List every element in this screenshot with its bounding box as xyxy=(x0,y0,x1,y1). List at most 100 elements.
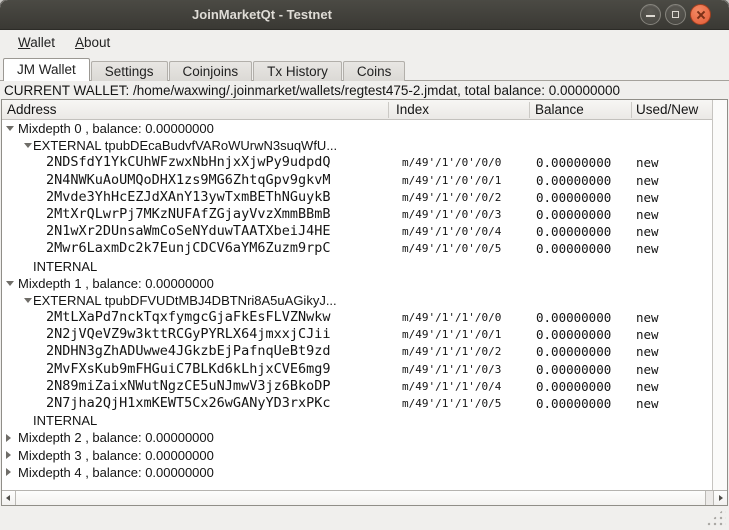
tree-item-label: Mixdepth 3 , balance: 0.00000000 xyxy=(18,447,214,464)
titlebar[interactable]: JoinMarketQt - Testnet xyxy=(0,0,729,30)
header-separator xyxy=(631,102,632,118)
address-cell: 2N2jVQeVZ9w3kttRCGyPYRLX64jmxxjCJii xyxy=(46,326,330,343)
column-header-balance[interactable]: Balance xyxy=(535,100,584,120)
used-new-cell: new xyxy=(636,378,659,395)
used-new-cell: new xyxy=(636,309,659,326)
tab-tx-history[interactable]: Tx History xyxy=(253,61,342,81)
tree-row-branch[interactable]: EXTERNAL tpubDFVUDtMBJ4DBTNri8A5uAGikyJ.… xyxy=(2,292,712,309)
tree-row-address[interactable]: 2MtXrQLwrPj7MKzNUFAfZGjayVvzXmmBBmB m/49'… xyxy=(2,206,712,223)
index-cell: m/49'/1'/0'/0/5 xyxy=(402,240,501,257)
tree-item-label: Mixdepth 2 , balance: 0.00000000 xyxy=(18,429,214,446)
index-cell: m/49'/1'/0'/0/0 xyxy=(402,154,501,171)
tree-item-label: EXTERNAL tpubDFVUDtMBJ4DBTNri8A5uAGikyJ.… xyxy=(33,292,337,309)
balance-cell: 0.00000000 xyxy=(536,326,611,343)
tab-coins[interactable]: Coins xyxy=(343,61,406,81)
horizontal-scrollbar-thumb[interactable] xyxy=(16,491,706,505)
address-cell: 2N4NWKuAoUMQoDHX1zs9MG6ZhtqGpv9gkvM xyxy=(46,172,330,189)
column-header-index[interactable]: Index xyxy=(396,100,429,120)
tab-settings[interactable]: Settings xyxy=(91,61,168,81)
minimize-button[interactable] xyxy=(640,4,661,25)
scroll-right-arrow-icon xyxy=(719,495,723,501)
used-new-cell: new xyxy=(636,326,659,343)
used-new-cell: new xyxy=(636,189,659,206)
menubar: Wallet About xyxy=(0,31,729,55)
address-cell: 2N7jha2QjH1xmKEWT5Cx26wGANyYD3rxPKc xyxy=(46,395,330,412)
tree-row-address[interactable]: 2NDSfdY1YkCUhWFzwxNbHnjxXjwPy9udpdQ m/49'… xyxy=(2,154,712,171)
tree-row-address[interactable]: 2NDHN3gZhADUwwe4JGkzbEjPafnqUeBt9zd m/49'… xyxy=(2,343,712,360)
index-cell: m/49'/1'/0'/0/3 xyxy=(402,206,501,223)
column-header-address[interactable]: Address xyxy=(7,100,57,120)
tree-row-branch[interactable]: EXTERNAL tpubDEcaBudvfVARoWUrwN3suqWfU..… xyxy=(2,137,712,154)
balance-cell: 0.00000000 xyxy=(536,223,611,240)
tree-row-branch[interactable]: INTERNAL xyxy=(2,412,712,429)
scroll-left-button[interactable] xyxy=(2,491,16,505)
tree-item-label: Mixdepth 0 , balance: 0.00000000 xyxy=(18,120,214,137)
vertical-scrollbar[interactable] xyxy=(712,100,727,490)
used-new-cell: new xyxy=(636,361,659,378)
tree-row-address[interactable]: 2N7jha2QjH1xmKEWT5Cx26wGANyYD3rxPKc m/49'… xyxy=(2,395,712,412)
index-cell: m/49'/1'/1'/0/2 xyxy=(402,343,501,360)
address-cell: 2Mwr6LaxmDc2k7EunjCDCV6aYM6Zuzm9rpC xyxy=(46,240,330,257)
maximize-icon xyxy=(672,11,679,18)
resize-grip[interactable] xyxy=(704,507,726,527)
balance-cell: 0.00000000 xyxy=(536,395,611,412)
used-new-cell: new xyxy=(636,240,659,257)
tree-row-address[interactable]: 2N89miZaixNWutNgzCE5uNJmwV3jz6BkoDPm/49'… xyxy=(2,378,712,395)
tab-coinjoins[interactable]: Coinjoins xyxy=(169,61,253,81)
expand-arrow-icon[interactable] xyxy=(6,451,11,459)
wallet-tree: Address Index Balance Used/New Mixdepth … xyxy=(1,99,728,506)
tree-row-address[interactable]: 2N2jVQeVZ9w3kttRCGyPYRLX64jmxxjCJii m/49'… xyxy=(2,326,712,343)
address-cell: 2NDSfdY1YkCUhWFzwxNbHnjxXjwPy9udpdQ xyxy=(46,154,330,171)
tree-row-address[interactable]: 2N1wXr2DUnsaWmCoSeNYduwTAATXbeiJ4HEm/49'… xyxy=(2,223,712,240)
tree-row-branch[interactable]: INTERNAL xyxy=(2,258,712,275)
close-icon xyxy=(691,5,710,24)
collapse-arrow-icon[interactable] xyxy=(24,143,32,148)
balance-cell: 0.00000000 xyxy=(536,378,611,395)
tree-row-mixdepth[interactable]: Mixdepth 0 , balance: 0.00000000 xyxy=(2,120,712,137)
tab-jm-wallet[interactable]: JM Wallet xyxy=(3,58,90,81)
tab-bar: JM Wallet Settings Coinjoins Tx History … xyxy=(0,58,729,81)
index-cell: m/49'/1'/1'/0/5 xyxy=(402,395,501,412)
address-cell: 2MtLXaPd7nckTqxfymgcGjaFkEsFLVZNwkw xyxy=(46,309,330,326)
app-window: JoinMarketQt - Testnet Wallet About JM W… xyxy=(0,0,729,530)
tree-row-mixdepth[interactable]: Mixdepth 1 , balance: 0.00000000 xyxy=(2,275,712,292)
column-header-used-new[interactable]: Used/New xyxy=(636,100,698,120)
used-new-cell: new xyxy=(636,343,659,360)
address-cell: 2N1wXr2DUnsaWmCoSeNYduwTAATXbeiJ4HE xyxy=(46,223,330,240)
menu-about-label: bout xyxy=(84,35,110,50)
index-cell: m/49'/1'/1'/0/1 xyxy=(402,326,501,343)
collapse-arrow-icon[interactable] xyxy=(6,126,14,131)
expand-arrow-icon[interactable] xyxy=(6,468,11,476)
tree-row-address[interactable]: 2Mwr6LaxmDc2k7EunjCDCV6aYM6Zuzm9rpC m/49'… xyxy=(2,240,712,257)
menu-wallet[interactable]: Wallet xyxy=(8,31,65,55)
collapse-arrow-icon[interactable] xyxy=(24,298,32,303)
address-cell: 2Mvde3YhHcEZJdXAnY13ywTxmBEThNGuykB xyxy=(46,189,330,206)
balance-cell: 0.00000000 xyxy=(536,189,611,206)
header-separator xyxy=(388,102,389,118)
tree-row-mixdepth[interactable]: Mixdepth 3 , balance: 0.00000000 xyxy=(2,447,712,464)
tree-item-label: INTERNAL xyxy=(33,412,97,429)
balance-cell: 0.00000000 xyxy=(536,309,611,326)
address-cell: 2MtXrQLwrPj7MKzNUFAfZGjayVvzXmmBBmB xyxy=(46,206,330,223)
tree-row-address[interactable]: 2MvFXsKub9mFHGuiC7BLKd6kLhjxCVE6mg9m/49'… xyxy=(2,361,712,378)
used-new-cell: new xyxy=(636,395,659,412)
address-cell: 2NDHN3gZhADUwwe4JGkzbEjPafnqUeBt9zd xyxy=(46,343,330,360)
menu-wallet-label: allet xyxy=(30,35,55,50)
index-cell: m/49'/1'/0'/0/2 xyxy=(402,189,501,206)
tree-row-address[interactable]: 2Mvde3YhHcEZJdXAnY13ywTxmBEThNGuykB m/49'… xyxy=(2,189,712,206)
tree-row-address[interactable]: 2MtLXaPd7nckTqxfymgcGjaFkEsFLVZNwkwm/49'… xyxy=(2,309,712,326)
tree-row-address[interactable]: 2N4NWKuAoUMQoDHX1zs9MG6ZhtqGpv9gkvMm/49'… xyxy=(2,172,712,189)
tree-row-mixdepth[interactable]: Mixdepth 4 , balance: 0.00000000 xyxy=(2,464,712,481)
tree-item-label: EXTERNAL tpubDEcaBudvfVARoWUrwN3suqWfU..… xyxy=(33,137,337,154)
window-title: JoinMarketQt - Testnet xyxy=(0,0,524,30)
expand-arrow-icon[interactable] xyxy=(6,434,11,442)
tree-item-label: Mixdepth 1 , balance: 0.00000000 xyxy=(18,275,214,292)
menu-about[interactable]: About xyxy=(65,31,120,55)
scroll-right-button[interactable] xyxy=(713,491,727,505)
tree-row-mixdepth[interactable]: Mixdepth 2 , balance: 0.00000000 xyxy=(2,429,712,446)
tree-item-label: INTERNAL xyxy=(33,258,97,275)
close-button[interactable] xyxy=(690,4,711,25)
collapse-arrow-icon[interactable] xyxy=(6,281,14,286)
maximize-button[interactable] xyxy=(665,4,686,25)
horizontal-scrollbar[interactable] xyxy=(2,490,727,505)
